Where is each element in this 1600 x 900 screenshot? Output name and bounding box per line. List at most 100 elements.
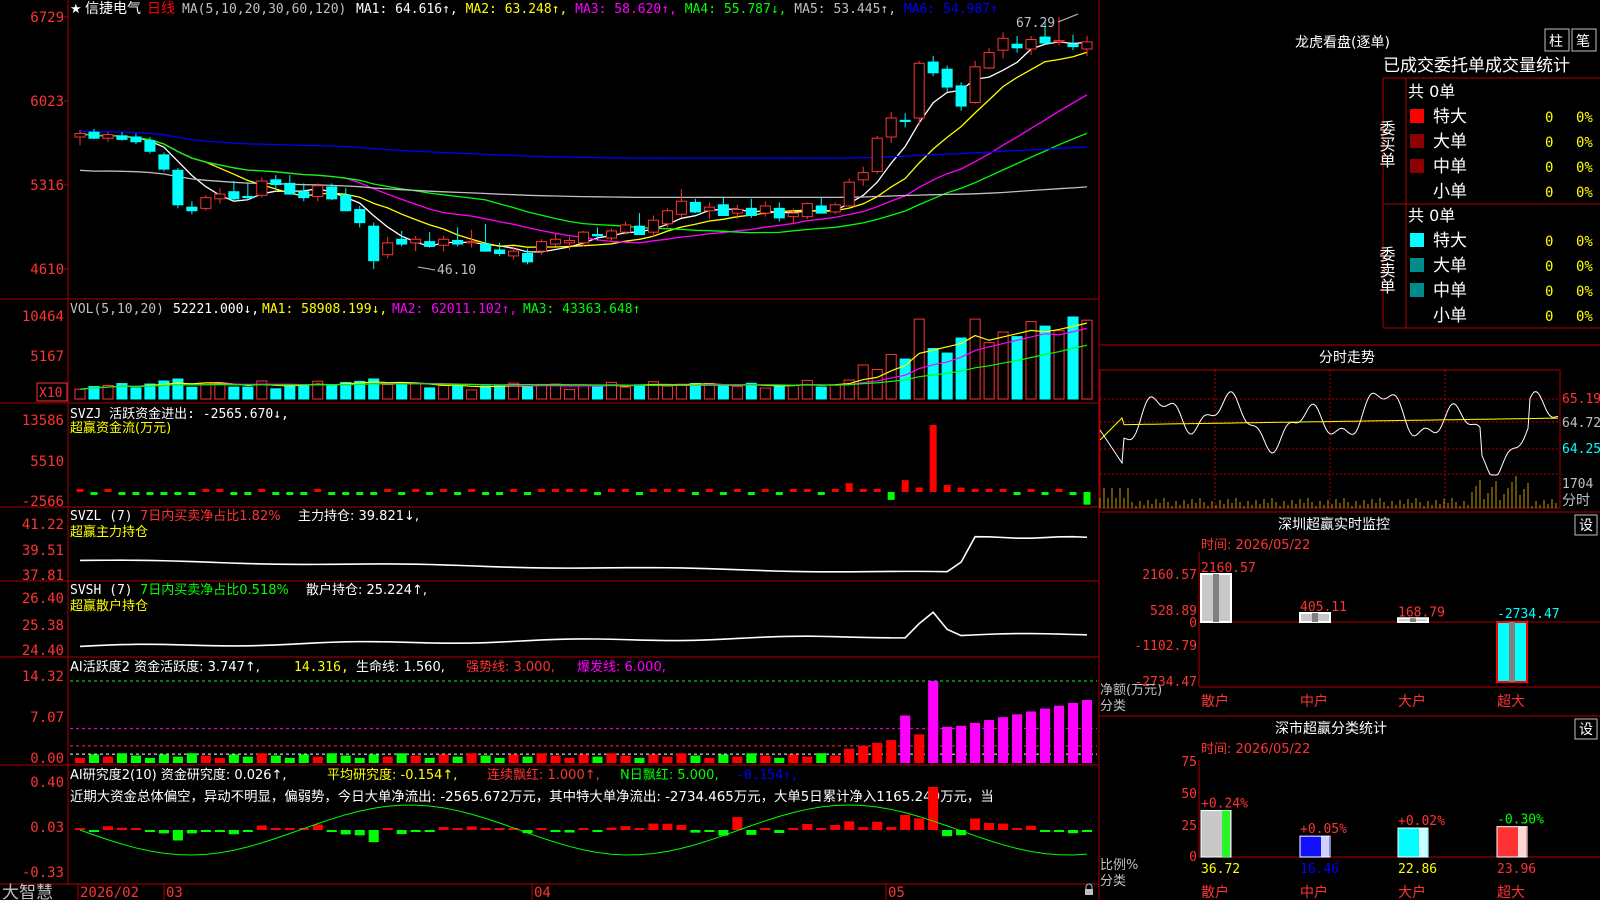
monitor-panel[interactable]: 深圳超赢实时监控 设 时间: 2026/05/22 2160.57 528.89… [1099, 511, 1600, 714]
candle[interactable] [172, 169, 184, 206]
lhb-panel[interactable]: 龙虎看盘(逐单) 柱 笔 已成交委托单成交量统计 委买单 委卖单 共 0单 共 … [1295, 28, 1600, 329]
ai2-bar [410, 830, 421, 832]
candle[interactable] [102, 134, 114, 139]
candle[interactable] [591, 234, 604, 237]
candle[interactable] [913, 62, 925, 119]
candle[interactable] [158, 154, 170, 170]
candle[interactable] [661, 210, 673, 225]
candle[interactable] [116, 135, 128, 140]
y-tick-label: -1102.79 [1134, 639, 1197, 654]
period-label[interactable]: 日线 [147, 1, 175, 17]
candle[interactable] [843, 181, 855, 207]
candle[interactable] [368, 225, 380, 262]
candle[interactable] [1025, 38, 1037, 50]
ai1-bar [214, 757, 225, 763]
candle[interactable] [955, 85, 967, 107]
candle[interactable] [577, 231, 590, 244]
ai1-bar [438, 754, 449, 763]
lhb-tabs[interactable]: 已成交委托单成交量统计 [1383, 56, 1570, 76]
candle[interactable] [563, 239, 576, 244]
intraday-panel[interactable]: 分时走势 65.19 64.72 64.25 1704 分时 [1099, 344, 1600, 509]
volume-bar [270, 388, 282, 400]
candle[interactable] [270, 179, 282, 186]
svzj-bar [859, 489, 867, 492]
kline-pane[interactable]: ★ 信捷电气 日线 MA(5,10,20,30,60,120) MA1: 64.… [30, 1, 1093, 278]
candle[interactable] [717, 204, 729, 216]
candle[interactable] [1039, 36, 1051, 44]
candle[interactable] [675, 200, 687, 215]
candle[interactable] [144, 140, 156, 152]
kline-y-axis: 6729 6023 5316 4610 [30, 10, 64, 278]
candle[interactable] [88, 131, 100, 139]
svzj-pane[interactable]: SVZJ 活跃资金进出: -2565.670↓, 超赢资金流(万元) 13586… [22, 406, 1091, 510]
candle[interactable] [186, 206, 198, 212]
candle[interactable] [1011, 43, 1023, 49]
candle[interactable] [494, 249, 506, 255]
ai1-bar [452, 756, 463, 763]
candle[interactable] [522, 253, 534, 263]
svzl-subtitle: 超赢主力持仓 [70, 524, 148, 540]
candle[interactable] [256, 180, 268, 196]
candle[interactable] [633, 225, 645, 236]
candle[interactable] [983, 52, 995, 69]
candle[interactable] [214, 193, 226, 200]
candle[interactable] [228, 191, 240, 200]
candle[interactable] [647, 219, 659, 233]
candle[interactable] [340, 194, 352, 212]
candle[interactable] [815, 205, 827, 214]
candle[interactable] [829, 204, 841, 213]
favorite-star-icon[interactable]: ★ [70, 2, 82, 17]
candle[interactable] [549, 238, 562, 245]
candle[interactable] [536, 241, 548, 252]
candle[interactable] [480, 243, 492, 252]
candle[interactable] [1081, 41, 1093, 50]
candle[interactable] [871, 137, 883, 172]
ai-research-pane[interactable]: AI研究度2(10) 资金研究度: 0.026↑, 平均研究度: -0.154↑… [22, 767, 1093, 881]
candle[interactable] [969, 66, 981, 104]
candle[interactable] [354, 209, 366, 224]
candle[interactable] [200, 197, 212, 209]
candle[interactable] [759, 205, 771, 214]
candle[interactable] [382, 242, 394, 256]
svzl-pane[interactable]: SVZL (7) 7日内买卖净占比1.82% 主力持仓: 39.821↓, 超赢… [22, 508, 1088, 584]
ai-activity-pane[interactable]: AI活跃度2 资金活跃度: 3.747↑, 14.316, 生命线: 1.560… [22, 659, 1097, 767]
classify-bar-stripe [1222, 810, 1230, 857]
candle[interactable] [689, 201, 701, 213]
candle[interactable] [605, 230, 618, 239]
candle[interactable] [941, 68, 953, 88]
candle[interactable] [1053, 40, 1065, 43]
candle[interactable] [745, 207, 757, 216]
candle[interactable] [927, 61, 939, 74]
candle[interactable] [1067, 43, 1079, 48]
candle[interactable] [242, 195, 254, 199]
candle[interactable] [438, 238, 450, 246]
candle[interactable] [899, 119, 911, 123]
candle[interactable] [284, 182, 296, 195]
candle[interactable] [312, 185, 324, 197]
candle[interactable] [801, 203, 813, 218]
candle[interactable] [508, 250, 520, 257]
candle[interactable] [130, 136, 142, 143]
candle[interactable] [773, 207, 785, 219]
classify-panel[interactable]: 深市超赢分类统计 设 时间: 2026/05/22 75 50 25 0 比例%… [1099, 715, 1600, 900]
candle[interactable] [466, 241, 478, 244]
candle[interactable] [74, 132, 86, 138]
candle[interactable] [298, 191, 310, 199]
candle[interactable] [885, 117, 897, 138]
candle[interactable] [787, 212, 799, 218]
volume-bar [829, 384, 841, 400]
lock-icon[interactable] [1085, 883, 1093, 895]
y-tick-label: 24.40 [22, 643, 64, 659]
candle[interactable] [326, 186, 338, 200]
volume-pane[interactable]: VOL(5,10,20) 52221.000↓, MA1: 58908.199↓… [22, 302, 1093, 402]
candle[interactable] [619, 224, 631, 233]
candle[interactable] [396, 238, 408, 245]
candle[interactable] [703, 206, 715, 212]
candle[interactable] [857, 172, 869, 181]
candle[interactable] [452, 239, 464, 245]
candle[interactable] [410, 238, 422, 244]
candle[interactable] [424, 241, 436, 247]
candle[interactable] [997, 37, 1009, 51]
svsh-pane[interactable]: SVSH (7) 7日内买卖净占比0.518% 散户持仓: 25.224↑, 超… [22, 582, 1088, 659]
candle[interactable] [731, 209, 743, 214]
